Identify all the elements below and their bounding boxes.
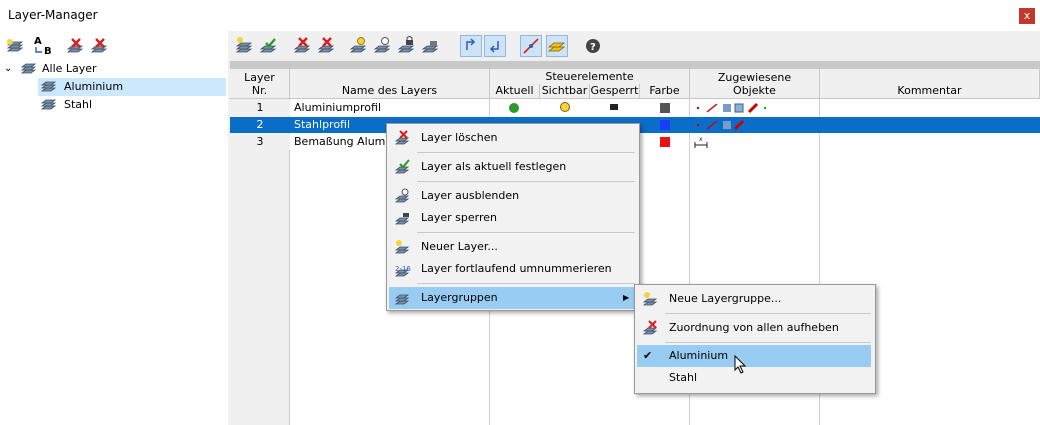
header-aktuell: Aktuell — [490, 84, 540, 99]
layer-group-panel: A B ⌄ Alle Layer Aluminium Stahl — [0, 31, 228, 425]
chevron-down-icon[interactable]: ⌄ — [4, 60, 14, 78]
delete-all-groups-button[interactable] — [88, 36, 110, 58]
help-icon[interactable]: ? — [582, 35, 604, 57]
menu-item-layer-groups[interactable]: Layergruppen ▶ — [389, 287, 635, 309]
delete-layer-icon[interactable] — [292, 35, 314, 57]
delete-group-button[interactable] — [64, 36, 86, 58]
active-check-icon[interactable] — [509, 103, 519, 113]
new-group-icon — [642, 291, 659, 307]
header-kommentar-label: Kommentar — [897, 84, 962, 97]
menu-item-set-current[interactable]: Layer als aktuell festlegen — [389, 156, 637, 178]
row-2-color-swatch[interactable] — [660, 120, 670, 130]
renumber-badge: 2-16 — [395, 265, 411, 273]
submenu-arrow-icon: ▶ — [623, 293, 630, 302]
close-button[interactable]: x — [1019, 8, 1035, 24]
layer-toolbar: ? — [228, 31, 1040, 61]
row-1-name[interactable]: Aluminiumprofil — [294, 100, 484, 116]
header-objects: Zugewiesene Objekte — [690, 69, 820, 99]
menu-item-new-group[interactable]: Neue Layergruppe... — [637, 288, 873, 310]
remove-assignment-icon — [642, 320, 659, 336]
menu-item-lock-layer[interactable]: Layer sperren — [389, 207, 637, 229]
assigned-objects-icons — [695, 119, 815, 131]
header-objects-line2: Objekte — [733, 84, 776, 97]
select-objects-icon[interactable] — [520, 35, 542, 57]
menu-separator — [665, 313, 871, 314]
menu-item-new-layer[interactable]: Neuer Layer... — [389, 236, 637, 258]
header-name: Name des Layers — [290, 69, 490, 99]
visible-bulb-icon[interactable] — [560, 102, 570, 112]
header-sichtbar: Sichtbar — [540, 84, 590, 99]
layer-stack-icon[interactable] — [546, 35, 568, 57]
rename-group-button[interactable]: A B — [30, 36, 52, 58]
row-3-color-swatch[interactable] — [660, 137, 670, 147]
row-3-nr[interactable]: 3 — [230, 134, 290, 150]
move-down-icon[interactable] — [484, 35, 506, 57]
mouse-cursor-icon — [734, 354, 748, 375]
menu-separator — [417, 232, 635, 233]
check-icon: ✔ — [643, 349, 653, 362]
set-current-icon — [394, 159, 411, 175]
unlocked-icon[interactable] — [610, 104, 618, 110]
lock-layer-icon[interactable] — [396, 35, 418, 57]
title-bar — [0, 0, 1040, 31]
header-farbe: Farbe — [640, 69, 690, 99]
row-2-nr[interactable]: 2 — [230, 117, 290, 133]
tree-item-label: Aluminium — [64, 80, 124, 93]
header-name-label: Name des Layers — [341, 84, 438, 97]
tree-root-label[interactable]: Alle Layer — [42, 60, 97, 78]
hide-layer-icon — [394, 188, 411, 204]
hide-layer-icon[interactable] — [372, 35, 394, 57]
unlock-layer-icon[interactable] — [420, 35, 442, 57]
header-kommentar: Kommentar — [820, 69, 1040, 99]
header-objects-line1: Zugewiesene — [717, 71, 792, 84]
menu-item-group-aluminium[interactable]: ✔ Aluminium — [637, 345, 871, 367]
header-nr: Layer Nr. — [230, 69, 290, 99]
header-nr-line2: Nr. — [251, 84, 268, 97]
header-gesperrt: Gesperrt — [590, 84, 640, 99]
lock-layer-icon — [394, 210, 411, 226]
set-current-icon[interactable] — [258, 35, 280, 57]
new-layer-icon — [394, 239, 411, 255]
new-layer-icon[interactable] — [234, 35, 256, 57]
header-farbe-label: Farbe — [649, 84, 680, 97]
dimension-icon: x — [693, 135, 709, 149]
menu-separator — [417, 152, 635, 153]
window-title: Layer-Manager — [8, 8, 98, 22]
menu-separator — [417, 283, 635, 284]
menu-item-remove-assignment[interactable]: Zuordnung von allen aufheben — [637, 317, 873, 339]
svg-text:?: ? — [590, 42, 596, 53]
renumber-icon: 2-16 — [394, 261, 411, 277]
delete-layer-icon — [394, 130, 411, 146]
row-1-color-swatch[interactable] — [660, 103, 670, 113]
header-nr-line1: Layer — [244, 71, 275, 84]
tree-item-stahl[interactable]: Stahl — [38, 96, 226, 114]
assigned-objects-icons — [695, 102, 815, 114]
delete-all-layers-icon[interactable] — [316, 35, 338, 57]
menu-item-renumber[interactable]: 2-16 Layer fortlaufend umnummerieren — [389, 258, 637, 280]
new-group-button[interactable] — [4, 36, 26, 58]
tree-item-aluminium[interactable]: Aluminium — [38, 78, 226, 96]
show-layer-icon[interactable] — [348, 35, 370, 57]
move-up-icon[interactable] — [460, 35, 482, 57]
svg-text:x: x — [699, 136, 703, 143]
layers-icon — [20, 61, 40, 79]
context-menu: Layer löschen Layer als aktuell festlege… — [386, 123, 640, 311]
layers-icon — [40, 97, 58, 119]
menu-item-hide-layer[interactable]: Layer ausblenden — [389, 185, 637, 207]
row-1-nr[interactable]: 1 — [230, 100, 290, 116]
menu-separator — [417, 181, 635, 182]
tree-item-label: Stahl — [64, 98, 93, 111]
menu-item-delete-layer[interactable]: Layer löschen — [389, 127, 637, 149]
layer-groups-submenu: Neue Layergruppe... Zuordnung von allen … — [634, 284, 876, 394]
header-strip — [230, 61, 1040, 69]
layer-groups-icon — [394, 290, 411, 306]
menu-separator — [665, 342, 871, 343]
menu-item-group-stahl[interactable]: Stahl — [637, 367, 871, 389]
